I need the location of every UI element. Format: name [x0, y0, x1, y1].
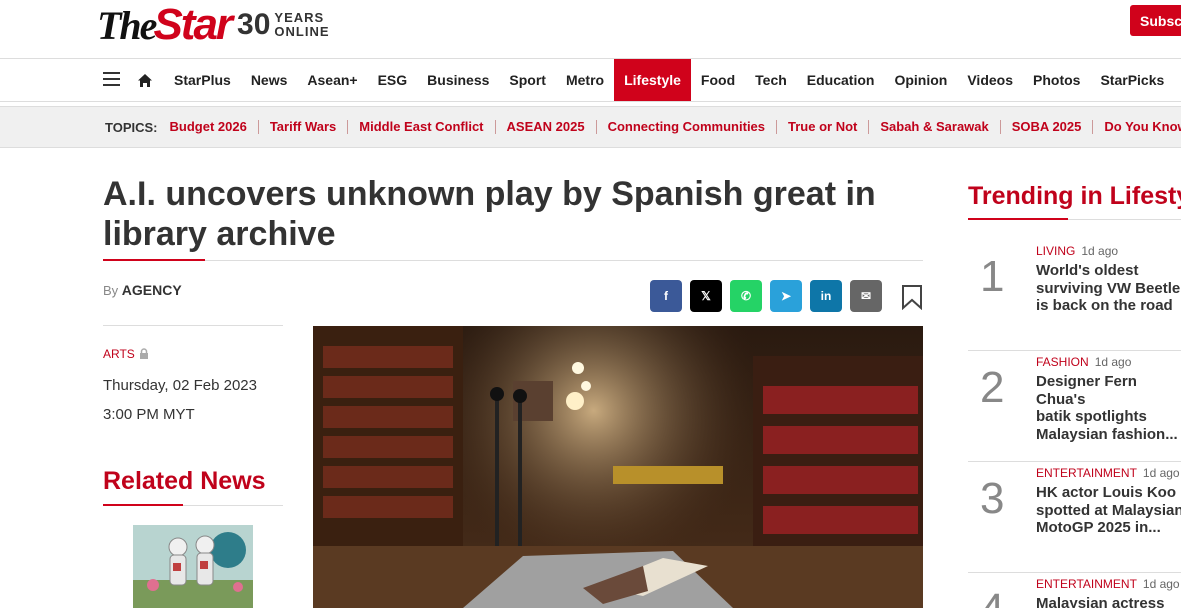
trending-headline[interactable]: HK actor Louis Koo spotted at Malaysian …	[1036, 484, 1181, 537]
headline-divider	[103, 260, 923, 261]
trending-category-label[interactable]: LIVING	[1036, 244, 1075, 258]
facebook-share-button[interactable]: f	[650, 280, 682, 312]
trending-category-label[interactable]: ENTERTAINMENT	[1036, 577, 1137, 591]
hamburger-menu-icon[interactable]	[103, 72, 120, 86]
article-date: Thursday, 02 Feb 2023	[103, 377, 257, 394]
trending-headline[interactable]: World's oldest surviving VW Beetle is ba…	[1036, 262, 1181, 315]
nav-item-news[interactable]: News	[241, 59, 298, 101]
nav-item-tech[interactable]: Tech	[745, 59, 797, 101]
trending-rank: 4	[980, 585, 1004, 608]
topic-link[interactable]: Tariff Wars	[257, 120, 347, 134]
site-logo[interactable]: The Star 30 YEARS ONLINE	[97, 0, 330, 50]
trending-rank: 1	[980, 252, 1005, 301]
topics-bar: TOPICS: Budget 2026 Tariff Wars Middle E…	[0, 106, 1181, 148]
topic-link[interactable]: True or Not	[776, 120, 868, 134]
headline-accent	[103, 259, 205, 261]
lock-icon	[140, 348, 148, 359]
topic-link[interactable]: Middle East Conflict	[347, 120, 494, 134]
trending-age: 1d ago	[1094, 355, 1132, 369]
topic-link[interactable]: Connecting Communities	[595, 120, 776, 134]
trending-accent	[968, 218, 1068, 220]
whatsapp-share-button[interactable]: ✆	[730, 280, 762, 312]
trending-category-label[interactable]: ENTERTAINMENT	[1036, 466, 1137, 480]
linkedin-share-button[interactable]: in	[810, 280, 842, 312]
topic-link[interactable]: ASEAN 2025	[494, 120, 596, 134]
logo-the: The	[97, 2, 157, 48]
byline-author[interactable]: AGENCY	[122, 282, 182, 298]
trending-rank: 2	[980, 363, 1005, 412]
trending-age: 1d ago	[1142, 577, 1180, 591]
byline: By AGENCY	[103, 282, 182, 298]
trending-category: LIVING 1d ago	[1036, 244, 1118, 258]
telegram-share-button[interactable]: ➤	[770, 280, 802, 312]
bookmark-icon[interactable]	[901, 284, 923, 310]
logo-30: 30	[237, 8, 271, 41]
trending-age: 1d ago	[1142, 466, 1180, 480]
topic-link[interactable]: Sabah & Sarawak	[868, 120, 999, 134]
related-news-heading: Related News	[103, 467, 266, 495]
logo-years-online: YEARS ONLINE	[274, 11, 329, 39]
trending-headline[interactable]: Designer Fern Chua's batik spotlights Ma…	[1036, 373, 1181, 443]
trending-category: ENTERTAINMENT 1d ago	[1036, 577, 1180, 591]
home-icon[interactable]	[137, 73, 153, 88]
nav-items: StarPlus News Asean+ ESG Business Sport …	[164, 59, 1174, 101]
related-accent	[103, 504, 183, 506]
trending-age: 1d ago	[1081, 244, 1119, 258]
subscribe-button[interactable]: Subscribe	[1130, 5, 1181, 36]
trending-item[interactable]: 2 FASHION 1d ago Designer Fern Chua's bat…	[968, 351, 1181, 462]
logo-star: Star	[153, 0, 233, 49]
logo-online: ONLINE	[274, 24, 330, 39]
share-buttons: f 𝕏 ✆ ➤ in ✉	[650, 280, 882, 312]
nav-item-esg[interactable]: ESG	[368, 59, 418, 101]
nav-item-food[interactable]: Food	[691, 59, 745, 101]
nav-item-videos[interactable]: Videos	[957, 59, 1023, 101]
nav-item-opinion[interactable]: Opinion	[884, 59, 957, 101]
topic-link[interactable]: Budget 2026	[170, 120, 258, 134]
article-headline: A.I. uncovers unknown play by Spanish gr…	[103, 175, 876, 253]
trending-item[interactable]: 3 ENTERTAINMENT 1d ago HK actor Louis Koo…	[968, 462, 1181, 573]
topics-label: TOPICS:	[105, 119, 158, 135]
nav-item-starpicks[interactable]: StarPicks	[1090, 59, 1174, 101]
nav-item-business[interactable]: Business	[417, 59, 499, 101]
topic-link[interactable]: SOBA 2025	[999, 120, 1093, 134]
trending-rank: 3	[980, 474, 1005, 523]
byline-prefix: By	[103, 283, 119, 298]
nav-item-metro[interactable]: Metro	[556, 59, 614, 101]
trending-item[interactable]: 1 LIVING 1d ago World's oldest surviving …	[968, 240, 1181, 351]
email-share-button[interactable]: ✉	[850, 280, 882, 312]
site-header: The Star 30 YEARS ONLINE Subscribe	[0, 0, 1181, 59]
related-news-thumbnail[interactable]	[133, 525, 253, 608]
trending-category: ENTERTAINMENT 1d ago	[1036, 466, 1180, 480]
nav-item-starplus[interactable]: StarPlus	[164, 59, 241, 101]
trending-heading: Trending in Lifestyle	[968, 182, 1181, 210]
trending-category: FASHION 1d ago	[1036, 355, 1131, 369]
hero-image	[313, 326, 923, 608]
trending-item[interactable]: 4 ENTERTAINMENT 1d ago Malaysian actress	[968, 573, 1181, 608]
article-time: 3:00 PM MYT	[103, 406, 195, 423]
nav-item-asean[interactable]: Asean+	[297, 59, 367, 101]
topic-link[interactable]: Do You Know	[1092, 120, 1181, 134]
nav-item-lifestyle[interactable]: Lifestyle	[614, 59, 691, 101]
nav-item-photos[interactable]: Photos	[1023, 59, 1090, 101]
nav-item-sport[interactable]: Sport	[499, 59, 556, 101]
trending-headline[interactable]: Malaysian actress	[1036, 595, 1181, 608]
x-share-button[interactable]: 𝕏	[690, 280, 722, 312]
trending-category-label[interactable]: FASHION	[1036, 355, 1089, 369]
meta-divider	[103, 325, 283, 326]
article-category[interactable]: ARTS	[103, 347, 135, 361]
nav-item-education[interactable]: Education	[797, 59, 885, 101]
main-nav: StarPlus News Asean+ ESG Business Sport …	[0, 59, 1181, 102]
logo-years: YEARS	[274, 10, 325, 25]
